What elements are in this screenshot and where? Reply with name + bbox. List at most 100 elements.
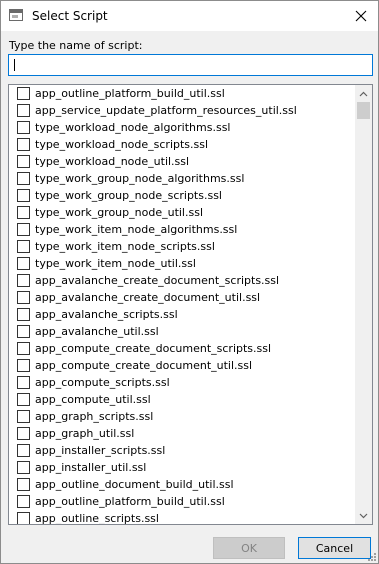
resize-grip-icon[interactable] <box>366 551 376 561</box>
script-name-label: type_work_item_node_scripts.ssl <box>35 240 215 253</box>
script-checkbox[interactable] <box>17 410 30 423</box>
script-name-label: app_outline_platform_build_util.ssl <box>35 87 225 100</box>
cancel-button[interactable]: Cancel <box>298 537 371 559</box>
script-list[interactable]: app_outline_platform_build_util.ssl app_s… <box>9 85 355 524</box>
scroll-track[interactable] <box>355 102 372 507</box>
scroll-up-button[interactable] <box>355 85 372 102</box>
close-button[interactable] <box>344 1 378 31</box>
script-list-item[interactable]: type_work_group_node_scripts.ssl <box>9 187 355 204</box>
script-list-item[interactable]: app_graph_scripts.ssl <box>9 408 355 425</box>
script-checkbox[interactable] <box>17 444 30 457</box>
script-checkbox[interactable] <box>17 189 30 202</box>
vertical-scrollbar[interactable] <box>355 85 372 524</box>
script-checkbox[interactable] <box>17 495 30 508</box>
script-checkbox[interactable] <box>17 308 30 321</box>
script-name-label: type_workload_node_algorithms.ssl <box>35 121 231 134</box>
script-name-label: type_workload_node_scripts.ssl <box>35 138 209 151</box>
script-checkbox[interactable] <box>17 104 30 117</box>
script-name-label: type_workload_node_util.ssl <box>35 155 190 168</box>
search-prompt-label: Type the name of script: <box>9 39 143 52</box>
script-list-item[interactable]: app_installer_util.ssl <box>9 459 355 476</box>
script-name-label: app_outline_document_build_util.ssl <box>35 478 234 491</box>
script-checkbox[interactable] <box>17 393 30 406</box>
script-checkbox[interactable] <box>17 155 30 168</box>
script-name-label: app_service_update_platform_resources_ut… <box>35 104 297 117</box>
script-search-input[interactable] <box>9 55 372 75</box>
dialog-title: Select Script <box>32 9 108 23</box>
scroll-down-button[interactable] <box>355 507 372 524</box>
script-checkbox[interactable] <box>17 206 30 219</box>
script-name-label: app_avalanche_util.ssl <box>35 325 159 338</box>
script-checkbox[interactable] <box>17 291 30 304</box>
script-checkbox[interactable] <box>17 512 30 524</box>
chevron-up-icon <box>359 91 368 96</box>
script-list-box[interactable]: app_outline_platform_build_util.ssl app_s… <box>8 84 373 525</box>
script-name-label: type_work_group_node_algorithms.ssl <box>35 172 245 185</box>
select-script-dialog: Select Script Type the name of script: a… <box>0 0 379 564</box>
script-name-label: app_avalanche_scripts.ssl <box>35 308 178 321</box>
close-icon <box>355 10 367 22</box>
script-checkbox[interactable] <box>17 478 30 491</box>
script-list-item[interactable]: type_work_item_node_scripts.ssl <box>9 238 355 255</box>
script-list-item[interactable]: app_compute_util.ssl <box>9 391 355 408</box>
script-name-label: app_outline_platform_build_util.ssl <box>35 495 225 508</box>
script-list-item[interactable]: app_avalanche_create_document_scripts.ss… <box>9 272 355 289</box>
script-checkbox[interactable] <box>17 325 30 338</box>
script-list-item[interactable]: type_workload_node_scripts.ssl <box>9 136 355 153</box>
script-checkbox[interactable] <box>17 240 30 253</box>
script-name-label: app_compute_create_document_scripts.ssl <box>35 342 272 355</box>
script-checkbox[interactable] <box>17 257 30 270</box>
script-checkbox[interactable] <box>17 121 30 134</box>
script-list-item[interactable]: type_work_item_node_util.ssl <box>9 255 355 272</box>
script-list-item[interactable]: app_graph_util.ssl <box>9 425 355 442</box>
script-list-item[interactable]: type_work_item_node_algorithms.ssl <box>9 221 355 238</box>
script-name-label: app_outline_scripts.ssl <box>35 512 159 524</box>
text-caret <box>14 59 15 71</box>
script-list-item[interactable]: app_avalanche_util.ssl <box>9 323 355 340</box>
script-name-label: app_installer_util.ssl <box>35 461 147 474</box>
title-bar[interactable]: Select Script <box>1 1 378 31</box>
script-checkbox[interactable] <box>17 138 30 151</box>
script-name-label: app_graph_util.ssl <box>35 427 135 440</box>
script-name-label: type_work_item_node_algorithms.ssl <box>35 223 238 236</box>
script-list-item[interactable]: app_outline_document_build_util.ssl <box>9 476 355 493</box>
script-checkbox[interactable] <box>17 87 30 100</box>
script-checkbox[interactable] <box>17 172 30 185</box>
ok-button[interactable]: OK <box>213 537 285 559</box>
script-list-item[interactable]: app_installer_scripts.ssl <box>9 442 355 459</box>
script-name-label: app_compute_util.ssl <box>35 393 151 406</box>
scroll-thumb[interactable] <box>357 102 370 119</box>
script-checkbox[interactable] <box>17 461 30 474</box>
script-list-item[interactable]: app_outline_scripts.ssl <box>9 510 355 524</box>
script-name-label: type_work_group_node_scripts.ssl <box>35 189 222 202</box>
script-list-item[interactable]: app_compute_create_document_util.ssl <box>9 357 355 374</box>
script-name-label: type_work_group_node_util.ssl <box>35 206 204 219</box>
script-checkbox[interactable] <box>17 223 30 236</box>
script-list-item[interactable]: app_service_update_platform_resources_ut… <box>9 102 355 119</box>
script-list-item[interactable]: app_compute_create_document_scripts.ssl <box>9 340 355 357</box>
script-list-item[interactable]: app_avalanche_create_document_util.ssl <box>9 289 355 306</box>
script-list-item[interactable]: type_workload_node_util.ssl <box>9 153 355 170</box>
script-name-label: type_work_item_node_util.ssl <box>35 257 196 270</box>
script-name-label: app_compute_scripts.ssl <box>35 376 170 389</box>
script-list-item[interactable]: type_work_group_node_util.ssl <box>9 204 355 221</box>
script-list-item[interactable]: app_avalanche_scripts.ssl <box>9 306 355 323</box>
script-name-label: app_graph_scripts.ssl <box>35 410 154 423</box>
script-name-label: app_compute_create_document_util.ssl <box>35 359 253 372</box>
script-checkbox[interactable] <box>17 359 30 372</box>
script-list-item[interactable]: type_work_group_node_algorithms.ssl <box>9 170 355 187</box>
script-list-item[interactable]: type_workload_node_algorithms.ssl <box>9 119 355 136</box>
script-checkbox[interactable] <box>17 376 30 389</box>
script-checkbox[interactable] <box>17 274 30 287</box>
script-checkbox[interactable] <box>17 427 30 440</box>
window-icon <box>9 9 23 21</box>
script-list-item[interactable]: app_outline_platform_build_util.ssl <box>9 85 355 102</box>
script-search-field[interactable] <box>8 54 373 76</box>
script-list-item[interactable]: app_outline_platform_build_util.ssl <box>9 493 355 510</box>
script-name-label: app_avalanche_create_document_util.ssl <box>35 291 261 304</box>
script-checkbox[interactable] <box>17 342 30 355</box>
script-name-label: app_installer_scripts.ssl <box>35 444 166 457</box>
script-list-item[interactable]: app_compute_scripts.ssl <box>9 374 355 391</box>
chevron-down-icon <box>359 513 368 518</box>
script-name-label: app_avalanche_create_document_scripts.ss… <box>35 274 280 287</box>
